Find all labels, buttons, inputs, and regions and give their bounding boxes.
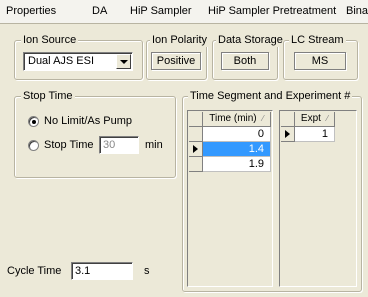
row-header[interactable]: [189, 127, 203, 142]
ion-polarity-label: Ion Polarity: [150, 33, 210, 47]
row-header-current[interactable]: [281, 127, 295, 142]
tab-da[interactable]: DA: [92, 5, 107, 17]
tab-properties[interactable]: Properties: [6, 5, 56, 17]
data-storage-group: Data Storage Both: [212, 33, 285, 80]
time-cell[interactable]: 0: [203, 127, 271, 142]
time-segment-grid[interactable]: Time (min) ⁄ 0 1.4 1.9: [187, 110, 273, 287]
sort-icon: ⁄: [326, 114, 329, 123]
time-cell-selected[interactable]: 1.4: [203, 142, 271, 157]
stop-time-unit: min: [145, 139, 163, 151]
lc-stream-group: LC Stream MS: [283, 33, 358, 80]
grid-corner: [281, 112, 295, 127]
data-storage-label: Data Storage: [216, 33, 285, 47]
tab-binary-pump[interactable]: Bina: [346, 5, 368, 17]
time-cell[interactable]: 1.9: [203, 157, 271, 172]
time-segment-label: Time Segment and Experiment #: [188, 89, 353, 103]
stop-time-radio[interactable]: [28, 140, 39, 151]
time-segment-group: Time Segment and Experiment # Time (min)…: [182, 89, 362, 292]
ion-polarity-group: Ion Polarity Positive: [146, 33, 210, 80]
experiment-grid[interactable]: Expt ⁄ 1: [279, 110, 357, 287]
no-limit-label[interactable]: No Limit/As Pump: [44, 114, 132, 128]
chevron-down-icon[interactable]: [116, 54, 131, 69]
lc-stream-label: LC Stream: [289, 33, 346, 47]
stop-time-option-label[interactable]: Stop Time: [44, 138, 94, 152]
no-limit-radio[interactable]: [28, 116, 39, 127]
cycle-time-value: 3.1: [71, 262, 133, 280]
ion-source-dropdown[interactable]: Dual AJS ESI: [23, 52, 133, 71]
stop-time-label: Stop Time: [21, 89, 75, 103]
cycle-time-label: Cycle Time: [7, 265, 62, 277]
cycle-time-unit: s: [144, 265, 150, 277]
row-header[interactable]: [189, 157, 203, 172]
time-column-header-label: Time (min): [209, 113, 257, 124]
tab-hip-sampler[interactable]: HiP Sampler: [130, 5, 192, 17]
row-header-current[interactable]: [189, 142, 203, 157]
lc-stream-value: MS: [294, 52, 346, 70]
stop-time-input[interactable]: 30: [99, 136, 139, 154]
tab-strip: Properties DA HiP Sampler HiP Sampler Pr…: [0, 0, 368, 24]
time-column-header[interactable]: Time (min) ⁄: [203, 112, 271, 127]
ion-source-label: Ion Source: [21, 33, 79, 47]
tab-hip-sampler-pretreatment[interactable]: HiP Sampler Pretreatment: [208, 5, 336, 17]
data-storage-value: Both: [221, 52, 269, 70]
ion-source-value: Dual AJS ESI: [28, 55, 95, 67]
ion-polarity-value: Positive: [151, 52, 201, 70]
stop-time-group: Stop Time No Limit/As Pump Stop Time 30 …: [14, 89, 176, 178]
grid-corner: [189, 112, 203, 127]
expt-column-header[interactable]: Expt ⁄: [295, 112, 335, 127]
expt-cell[interactable]: 1: [295, 127, 335, 142]
expt-column-header-label: Expt: [300, 113, 321, 124]
ion-source-group: Ion Source Dual AJS ESI: [14, 33, 143, 80]
sort-icon: ⁄: [262, 114, 264, 123]
